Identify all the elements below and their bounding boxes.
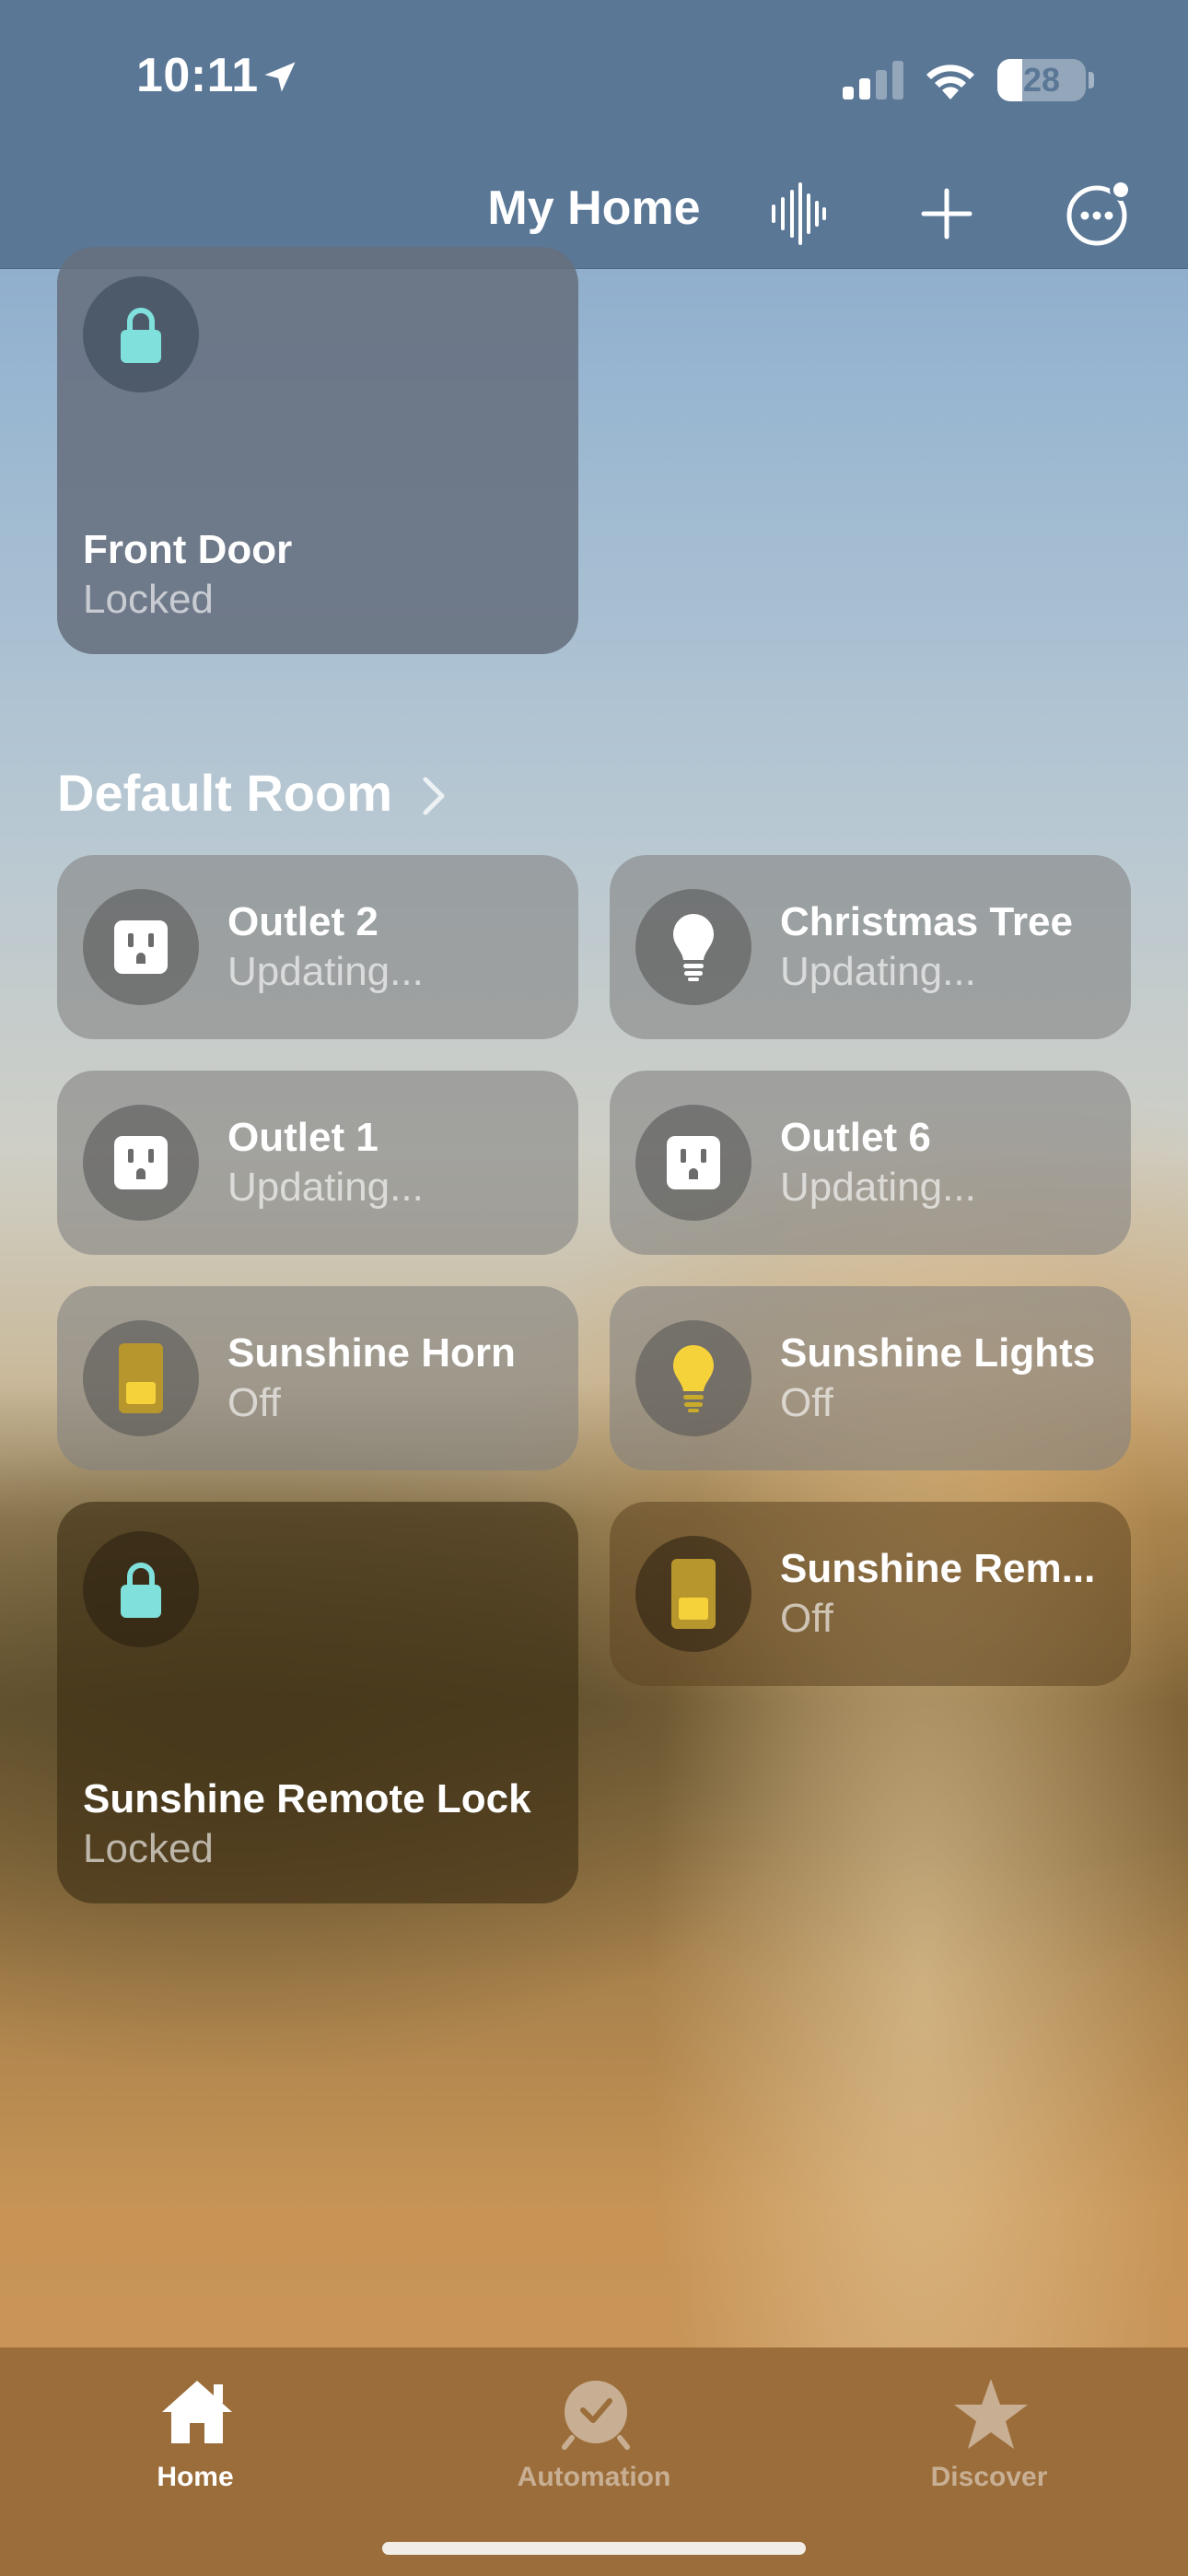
accessory-tile-sunshine-lights[interactable]: Sunshine Lights Off — [610, 1286, 1131, 1470]
home-indicator[interactable] — [382, 2542, 806, 2555]
tab-discover[interactable]: Discover — [869, 2366, 1109, 2504]
tile-status: Updating... — [227, 949, 424, 994]
lock-icon — [83, 276, 199, 392]
status-time: 10:11 — [136, 49, 259, 102]
chevron-right-icon[interactable] — [422, 776, 446, 821]
tile-name: Sunshine Remote Lock — [83, 1776, 531, 1821]
tile-name: Sunshine Rem... — [780, 1546, 1096, 1591]
battery-tip — [1089, 72, 1094, 88]
tile-name: Outlet 6 — [780, 1115, 931, 1160]
accessory-tile-front-door[interactable]: Front Door Locked — [57, 247, 578, 654]
switch-icon — [83, 1320, 199, 1436]
tile-status: Updating... — [780, 949, 976, 994]
lightbulb-icon — [635, 1320, 751, 1436]
tile-name: Christmas Tree — [780, 899, 1073, 944]
clock-check-icon — [557, 2377, 635, 2455]
tile-name: Outlet 1 — [227, 1115, 379, 1160]
outlet-icon — [83, 889, 199, 1005]
tile-name: Front Door — [83, 527, 293, 572]
tile-name: Sunshine Horn — [227, 1330, 516, 1376]
tile-status: Off — [780, 1380, 833, 1425]
tab-label: Discover — [930, 2462, 1048, 2492]
tile-status: Off — [227, 1380, 281, 1425]
accessory-tile-sunshine-remote[interactable]: Sunshine Rem... Off — [610, 1502, 1131, 1686]
wifi-icon — [921, 55, 980, 106]
voice-waveform-icon[interactable] — [761, 177, 834, 251]
tab-label: Automation — [517, 2462, 671, 2492]
accessory-tile-sunshine-horn[interactable]: Sunshine Horn Off — [57, 1286, 578, 1470]
more-ellipsis-icon[interactable] — [1060, 177, 1134, 251]
accessory-tile-christmas-tree[interactable]: Christmas Tree Updating... — [610, 855, 1131, 1039]
page-title[interactable]: My Home — [460, 181, 728, 236]
accessory-tile-outlet-6[interactable]: Outlet 6 Updating... — [610, 1071, 1131, 1255]
tab-home[interactable]: Home — [76, 2366, 315, 2504]
home-icon — [158, 2377, 236, 2452]
star-icon — [952, 2377, 1030, 2455]
status-bar: 10:11 28 — [0, 0, 1188, 157]
tile-status: Updating... — [227, 1165, 424, 1210]
tile-status: Updating... — [780, 1165, 976, 1210]
accessory-tile-outlet-1[interactable]: Outlet 1 Updating... — [57, 1071, 578, 1255]
tile-status: Off — [780, 1596, 833, 1641]
tile-name: Sunshine Lights — [780, 1330, 1096, 1376]
cellular-signal-icon — [843, 61, 907, 104]
accessory-tile-sunshine-remote-lock[interactable]: Sunshine Remote Lock Locked — [57, 1502, 578, 1903]
section-title[interactable]: Default Room — [57, 763, 392, 823]
accessory-tile-outlet-2[interactable]: Outlet 2 Updating... — [57, 855, 578, 1039]
tile-status: Locked — [83, 577, 214, 622]
tile-status: Locked — [83, 1826, 214, 1871]
lightbulb-icon — [635, 889, 751, 1005]
tile-name: Outlet 2 — [227, 899, 379, 944]
outlet-icon — [83, 1105, 199, 1221]
battery-level: 28 — [1022, 61, 1061, 99]
plus-icon[interactable] — [910, 177, 984, 251]
switch-icon — [635, 1536, 751, 1652]
tab-label: Home — [157, 2462, 234, 2492]
battery-icon: 28 — [997, 59, 1086, 101]
lock-icon — [83, 1531, 199, 1647]
location-arrow-icon — [260, 57, 300, 102]
outlet-icon — [635, 1105, 751, 1221]
tab-automation[interactable]: Automation — [474, 2366, 714, 2504]
